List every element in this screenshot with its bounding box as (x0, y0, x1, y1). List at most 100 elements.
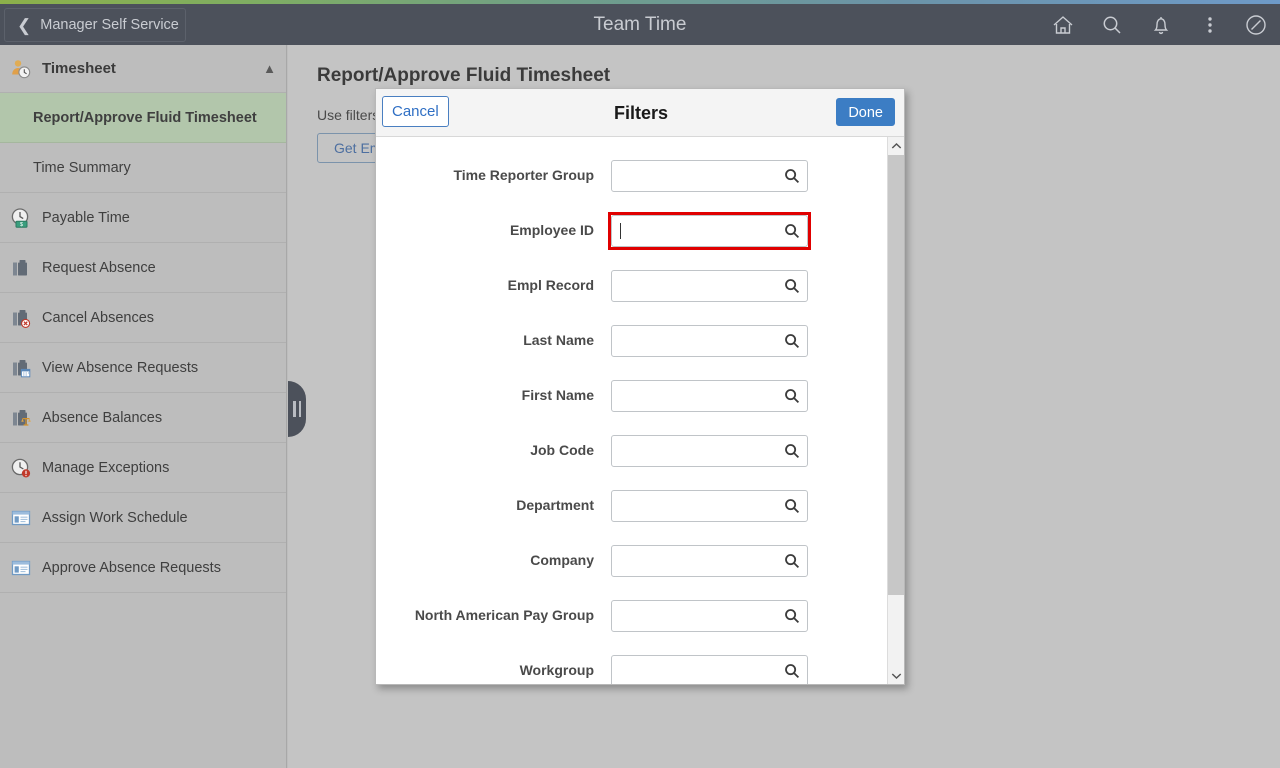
job-code-input[interactable] (611, 435, 808, 467)
magnifier-icon[interactable] (782, 276, 802, 296)
company-input[interactable] (611, 545, 808, 577)
workgroup-input[interactable] (611, 655, 808, 685)
scroll-up-chevron-icon[interactable] (888, 137, 904, 154)
scrollbar-thumb[interactable] (888, 155, 904, 595)
field-label: Workgroup (376, 662, 611, 679)
field-control (611, 435, 808, 467)
field-row-last-name: Last Name (376, 313, 887, 368)
first-name-input[interactable] (611, 380, 808, 412)
bell-icon[interactable] (1148, 12, 1174, 38)
field-row-time-reporter-group: Time Reporter Group (376, 148, 887, 203)
magnifier-icon[interactable] (782, 221, 802, 241)
filters-modal: Cancel Filters Done Time Reporter Group … (375, 88, 905, 685)
done-button[interactable]: Done (836, 98, 895, 126)
magnifier-icon[interactable] (782, 496, 802, 516)
field-control (611, 655, 808, 685)
magnifier-icon[interactable] (782, 606, 802, 626)
empl-record-input[interactable] (611, 270, 808, 302)
navbar-compass-icon[interactable] (1243, 12, 1269, 38)
field-label: Last Name (376, 332, 611, 349)
sidebar-group-header-timesheet[interactable]: Timesheet ▲ (0, 45, 286, 93)
department-input[interactable] (611, 490, 808, 522)
field-row-empl-record: Empl Record (376, 258, 887, 313)
magnifier-icon[interactable] (782, 551, 802, 571)
field-label: Empl Record (376, 277, 611, 294)
sidebar-item-assign-work-schedule[interactable]: Assign Work Schedule (0, 493, 286, 543)
back-button-label: Manager Self Service (40, 17, 179, 33)
page-header-title: Team Time (0, 4, 1280, 45)
kebab-menu-icon[interactable] (1197, 12, 1223, 38)
magnifier-icon[interactable] (782, 661, 802, 681)
magnifier-icon[interactable] (782, 331, 802, 351)
field-row-company: Company (376, 533, 887, 588)
field-row-employee-id: Employee ID (376, 203, 887, 258)
pause-bars-icon (293, 401, 301, 417)
chevron-left-icon: ❮ (17, 17, 31, 34)
sidebar-item-report-approve-fluid-timesheet[interactable]: Report/Approve Fluid Timesheet (0, 93, 286, 143)
filters-form: Time Reporter Group Employee ID (376, 137, 887, 684)
back-to-manager-self-service-button[interactable]: ❮ Manager Self Service (4, 8, 186, 42)
sidebar-item-absence-balances[interactable]: Absence Balances (0, 393, 286, 443)
search-icon[interactable] (1099, 12, 1125, 38)
north-american-pay-group-input[interactable] (611, 600, 808, 632)
sidebar-item-label: Cancel Absences (42, 310, 154, 326)
person-clock-icon (8, 56, 34, 82)
modal-body: Time Reporter Group Employee ID (376, 137, 904, 684)
field-label: North American Pay Group (376, 607, 611, 624)
sidebar-item-payable-time[interactable]: $ Payable Time (0, 193, 286, 243)
field-label: Department (376, 497, 611, 514)
field-control (611, 545, 808, 577)
modal-title: Filters (376, 89, 905, 137)
field-label: Employee ID (376, 222, 611, 239)
sidebar-item-label: Absence Balances (42, 410, 162, 426)
field-control (611, 600, 808, 632)
svg-text:$: $ (20, 221, 23, 227)
briefcase-scale-icon (8, 405, 34, 431)
sidebar-item-approve-absence-requests[interactable]: Approve Absence Requests (0, 543, 286, 593)
magnifier-icon[interactable] (782, 386, 802, 406)
sidebar-item-view-absence-requests[interactable]: View Absence Requests (0, 343, 286, 393)
time-reporter-group-input[interactable] (611, 160, 808, 192)
cancel-button[interactable]: Cancel (382, 96, 449, 127)
window-icon (8, 505, 34, 531)
sidebar-item-label: Request Absence (42, 260, 156, 276)
field-label: Company (376, 552, 611, 569)
sidebar-item-label: Manage Exceptions (42, 460, 169, 476)
clock-money-icon: $ (8, 205, 34, 231)
field-label: First Name (376, 387, 611, 404)
app-header: ❮ Manager Self Service Team Time (0, 4, 1280, 45)
field-control (611, 270, 808, 302)
sidebar-item-label: Assign Work Schedule (42, 510, 188, 526)
briefcase-calendar-icon (8, 355, 34, 381)
scroll-down-chevron-icon[interactable] (888, 667, 904, 684)
text-cursor (620, 223, 621, 239)
sidebar-item-time-summary[interactable]: Time Summary (0, 143, 286, 193)
modal-scrollbar[interactable] (887, 137, 904, 684)
sidebar-item-label: Time Summary (33, 160, 131, 176)
sidebar-item-manage-exceptions[interactable]: Manage Exceptions (0, 443, 286, 493)
briefcase-icon (8, 255, 34, 281)
sidebar-item-label: Report/Approve Fluid Timesheet (33, 110, 257, 126)
navigation-sidebar: Timesheet ▲ Report/Approve Fluid Timeshe… (0, 45, 287, 768)
field-row-workgroup: Workgroup (376, 643, 887, 684)
chevron-up-icon: ▲ (263, 61, 276, 76)
magnifier-icon[interactable] (782, 166, 802, 186)
magnifier-icon[interactable] (782, 441, 802, 461)
field-label: Time Reporter Group (376, 167, 611, 184)
sidebar-item-request-absence[interactable]: Request Absence (0, 243, 286, 293)
employee-id-input[interactable] (611, 215, 808, 247)
clock-alert-icon (8, 455, 34, 481)
field-row-job-code: Job Code (376, 423, 887, 478)
sidebar-collapse-handle[interactable] (288, 381, 306, 437)
home-icon[interactable] (1050, 12, 1076, 38)
sidebar-item-label: Approve Absence Requests (42, 560, 221, 576)
field-row-department: Department (376, 478, 887, 533)
field-control (611, 325, 808, 357)
field-row-north-american-pay-group: North American Pay Group (376, 588, 887, 643)
briefcase-cancel-icon (8, 305, 34, 331)
last-name-input[interactable] (611, 325, 808, 357)
field-row-first-name: First Name (376, 368, 887, 423)
field-label: Job Code (376, 442, 611, 459)
field-control (611, 380, 808, 412)
sidebar-item-cancel-absences[interactable]: Cancel Absences (0, 293, 286, 343)
